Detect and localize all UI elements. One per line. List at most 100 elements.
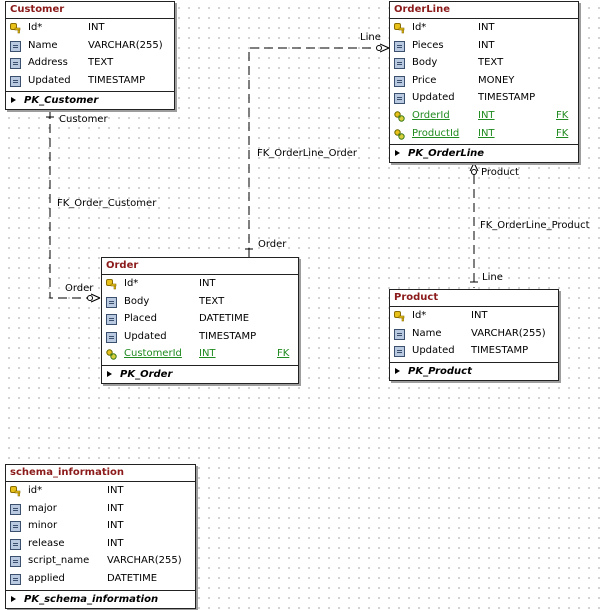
column-name: Id* [412,310,427,321]
entity-product[interactable]: Product Id* INT Name VARCHAR(255) Updated TIM… [389,289,559,381]
column-row[interactable]: Name VARCHAR(255) [390,326,558,344]
column-name: Id* [28,22,43,33]
entity-title[interactable]: schema_information [6,465,195,482]
column-name: Name [28,39,58,51]
column-row[interactable]: OrderId INT FK [390,108,578,126]
column-icon [394,328,405,340]
primary-key-section[interactable]: PK_Order [102,364,298,383]
entity-title[interactable]: Order [102,258,298,275]
column-row[interactable]: script_name VARCHAR(255) [6,553,195,571]
column-row[interactable]: Placed DATETIME [102,311,298,329]
column-list: Id* INT Pieces INT Body TEXT Price MONEY Updated… [390,19,578,144]
column-icon [10,573,21,585]
column-icon [10,503,21,515]
column-type: DATETIME [107,572,158,584]
entity-customer[interactable]: Customer Id* INT Name VARCHAR(255) Address TE… [5,1,175,111]
column-icon [10,75,21,87]
column-type: INT [478,127,495,139]
entity-title[interactable]: OrderLine [390,2,578,19]
key-icon [10,486,21,497]
column-type: TIMESTAMP [478,92,536,104]
column-name: major [28,502,57,514]
column-row[interactable]: Address TEXT [6,55,174,73]
relationship-name-fk-orderline-order[interactable]: FK_OrderLine_Order [257,148,357,159]
relationship-name-fk-order-customer[interactable]: FK_Order_Customer [57,198,156,209]
column-row[interactable]: id* INT [6,483,195,501]
column-row[interactable]: Updated TIMESTAMP [102,329,298,347]
column-row[interactable]: Updated TIMESTAMP [390,90,578,108]
column-row[interactable]: minor INT [6,518,195,536]
column-name: Address [28,57,68,69]
column-type: VARCHAR(255) [471,327,546,339]
column-row[interactable]: Body TEXT [102,294,298,312]
column-list: id* INT major INT minor INT release INT script_n… [6,482,195,590]
column-row[interactable]: major INT [6,501,195,519]
column-row[interactable]: Body TEXT [390,55,578,73]
column-icon [106,296,117,308]
column-name: Name [412,327,442,339]
relationship-name-fk-orderline-product[interactable]: FK_OrderLine_Product [480,220,590,231]
column-icon [10,538,21,550]
entity-title[interactable]: Customer [6,2,174,19]
column-type: INT [107,485,124,496]
primary-key-name: PK_Customer [24,95,99,107]
role-label-line: Line [360,32,381,43]
column-type: VARCHAR(255) [107,555,182,567]
column-type: TIMESTAMP [88,74,146,86]
column-type: INT [478,39,495,51]
entity-orderline[interactable]: OrderLine Id* INT Pieces INT Body TEXT Price MO… [389,1,579,164]
column-name: Id* [412,22,427,33]
expand-arrow-icon[interactable] [395,150,400,157]
key-icon [10,23,21,34]
foreign-key-marker: FK [556,127,569,139]
expand-arrow-icon[interactable] [107,370,112,377]
column-row[interactable]: Updated TIMESTAMP [6,73,174,91]
primary-key-section[interactable]: PK_Customer [6,91,174,109]
foreign-key-icon [394,128,405,140]
column-row[interactable]: Price MONEY [390,73,578,91]
column-row[interactable]: Pieces INT [390,38,578,56]
expand-arrow-icon[interactable] [11,97,16,104]
column-type: TEXT [88,57,114,69]
column-row[interactable]: CustomerId INT FK [102,346,298,364]
key-icon [106,279,117,290]
key-icon [394,311,405,322]
column-type: INT [478,22,495,33]
column-icon [394,93,405,105]
role-label-line: Line [482,272,503,283]
primary-key-section[interactable]: PK_OrderLine [390,144,578,162]
expand-arrow-icon[interactable] [11,595,16,602]
column-row[interactable]: Id* INT [6,20,174,38]
primary-key-section[interactable]: PK_Product [390,361,558,380]
column-list: Id* INT Body TEXT Placed DATETIME Updated TIMES… [102,275,298,365]
column-row[interactable]: Updated TIMESTAMP [390,343,558,361]
role-label-customer: Customer [59,114,108,125]
column-type: INT [107,520,124,532]
entity-order[interactable]: Order Id* INT Body TEXT Placed DATETIME Update… [101,257,299,384]
primary-key-section[interactable]: PK_schema_information [6,589,195,608]
column-row[interactable]: Id* INT [102,276,298,294]
column-row[interactable]: applied DATETIME [6,571,195,589]
column-name: Body [412,57,438,69]
foreign-key-marker: FK [556,109,569,121]
role-label-order: Order [258,239,287,250]
column-row[interactable]: Id* INT [390,20,578,38]
column-row[interactable]: Id* INT [390,308,558,326]
column-row[interactable]: Name VARCHAR(255) [6,38,174,56]
column-row[interactable]: release INT [6,536,195,554]
column-name: Updated [412,92,455,104]
expand-arrow-icon[interactable] [395,367,400,374]
column-name: Body [124,295,150,307]
column-type: TIMESTAMP [199,330,257,342]
entity-title[interactable]: Product [390,290,558,307]
column-type: VARCHAR(255) [88,39,163,51]
foreign-key-marker: FK [277,348,290,360]
entity-schema-information[interactable]: schema_information id* INT major INT minor IN… [5,464,196,609]
role-label-order: Order [65,283,94,294]
column-icon [10,40,21,52]
column-row[interactable]: ProductId INT FK [390,126,578,144]
column-name: Id* [124,278,139,289]
column-icon [106,314,117,326]
column-icon [394,58,405,70]
column-icon [10,556,21,568]
